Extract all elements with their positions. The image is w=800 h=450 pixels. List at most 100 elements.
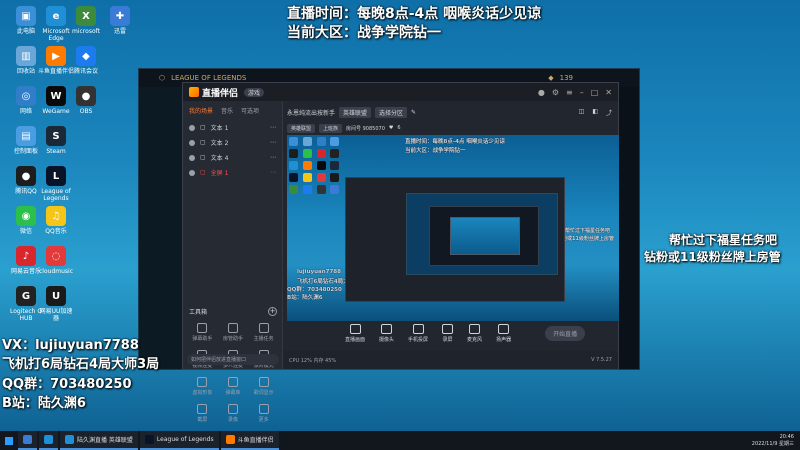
app-version: V 7.5.27	[591, 357, 612, 363]
lock-icon[interactable]: ▢	[200, 139, 206, 146]
preview-text-bili: B站：陆久渊6	[287, 295, 323, 301]
chat-icon[interactable]: ◧	[592, 108, 598, 117]
taskbar-app[interactable]	[18, 431, 37, 450]
room-title[interactable]: 永恩纯流出按新手	[287, 108, 335, 117]
app-icon: G	[16, 286, 36, 306]
desktop-icon[interactable]: ● OBS	[68, 86, 104, 115]
taskbar-app[interactable]: League of Legends	[139, 431, 219, 450]
preview-text-right1: 帮忙过下福星任务吧	[565, 228, 611, 234]
toolbox-item[interactable]: 歌词显示	[248, 377, 279, 396]
lock-icon[interactable]: ▢	[200, 124, 206, 131]
more-icon[interactable]: ⋯	[270, 124, 276, 131]
toolbox-item[interactable]: 更多	[248, 404, 279, 423]
preview-desktop-icon	[289, 173, 298, 182]
toolbox-item-label: 主播任务	[253, 336, 274, 342]
desktop-icon[interactable]: ✚ 迅雷	[102, 6, 138, 35]
gift-icon[interactable]: ◫	[579, 108, 585, 117]
visibility-eye-icon[interactable]	[189, 154, 195, 161]
source-add-button[interactable]: 扬声器	[496, 323, 512, 343]
overlay-vx: VX：lujiuyuan7788	[2, 338, 139, 353]
desktop-icon[interactable]: ◌ cloudmusic	[38, 246, 74, 275]
tab-music[interactable]: 音乐	[221, 106, 233, 115]
toolbox-item[interactable]: 截屏	[187, 404, 218, 423]
share-icon[interactable]: ⤴	[606, 108, 612, 117]
toolbox-item[interactable]: 虚拟形象	[187, 377, 218, 396]
toolbox-item[interactable]: 录像	[218, 404, 249, 423]
scene-source-item[interactable]: ▢ 文本 4 ⋯	[183, 150, 282, 165]
desktop-icon[interactable]: S Steam	[38, 126, 74, 155]
desktop-icon-label: 迅雷	[113, 28, 126, 35]
preview-desktop-icon	[330, 149, 340, 158]
menu-icon[interactable]: ≡	[566, 88, 573, 97]
source-add-button[interactable]: 麦克风	[467, 323, 482, 343]
app-icon: U	[46, 286, 66, 306]
source-add-button[interactable]: 录屏	[442, 323, 454, 343]
more-icon[interactable]: ⋯	[270, 139, 276, 146]
taskbar-app[interactable]: 陆久渊直播 英雄联盟	[60, 431, 138, 450]
more-icon[interactable]: ⋯	[270, 154, 276, 161]
scene-source-item[interactable]: ▢ 文本 1 ⋯	[183, 120, 282, 135]
settings-icon[interactable]: ⚙	[552, 88, 559, 97]
clock[interactable]: 20:46 2022/11/9 星期三	[752, 434, 800, 448]
source-add-button[interactable]: 直播画面	[345, 323, 366, 343]
source-add-label: 直播画面	[345, 336, 366, 343]
tab-scenes[interactable]: 我的场景	[189, 106, 213, 115]
lock-icon[interactable]: ▢	[200, 154, 206, 161]
source-add-button[interactable]: 摄像头	[379, 323, 395, 343]
overlay-fly: 飞机打6局钻石4局大师3局	[2, 357, 160, 372]
app-logo: 直播伴侣	[189, 86, 238, 99]
maximize-icon[interactable]: □	[591, 88, 599, 97]
source-add-label: 扬声器	[496, 336, 512, 343]
add-tool-icon[interactable]: +	[268, 307, 277, 316]
toolbox-item[interactable]: 主播任务	[248, 323, 279, 342]
desktop-icon-label: League of Legends	[41, 188, 71, 202]
preview-text-qq: QQ群：703480250	[287, 287, 342, 293]
desktop-icon[interactable]: U 网易UU加速器	[38, 286, 74, 322]
help-notice[interactable]: 如何把伴侣放进直播窗口	[187, 354, 279, 365]
preview-desktop-icon	[289, 137, 298, 146]
desktop-icon[interactable]: L League of Legends	[38, 166, 74, 202]
overlay-admin: 钻粉或11级粉丝牌上房管	[644, 250, 781, 264]
desktop-icon[interactable]: Xmicrosoft	[68, 6, 104, 35]
toolbox-item-label: 虚拟形象	[192, 390, 213, 396]
scene-source-item[interactable]: ▢ 文本 2 ⋯	[183, 135, 282, 150]
taskbar-app[interactable]: 斗鱼直播伴侣	[220, 431, 279, 450]
minimize-icon[interactable]: –	[580, 88, 584, 97]
tag-pill[interactable]: 上班族	[319, 123, 343, 133]
room-category[interactable]: 英雄联盟	[339, 106, 372, 118]
desktop-icon[interactable]: ◆ 腾讯会议	[68, 46, 104, 75]
taskbar-app-label: League of Legends	[156, 436, 214, 443]
streaming-app-window[interactable]: 直播伴侣 游戏 ● ⚙ ≡ – □ ✕ 我的场景 音乐 可选项 ▢ 文本 1 ⋯ ▢ 文…	[182, 82, 619, 423]
edit-icon[interactable]: ✎	[411, 109, 416, 116]
visibility-eye-icon[interactable]	[189, 139, 195, 146]
app-icon: ◆	[76, 46, 96, 66]
taskbar-app[interactable]	[39, 431, 58, 450]
start-button[interactable]	[0, 431, 18, 450]
preview-desktop-icon	[289, 185, 298, 194]
toolbox-item[interactable]: 弹幕库	[218, 377, 249, 396]
user-avatar-icon[interactable]: ●	[538, 88, 545, 97]
preview-desktop-icon	[302, 185, 312, 194]
visibility-eye-icon[interactable]	[189, 169, 195, 176]
scene-source-label: 文本 4	[210, 155, 229, 162]
close-icon[interactable]: ✕	[605, 88, 612, 97]
tool-icon	[197, 404, 208, 414]
stream-preview[interactable]: 直播时间：每晚8点-4点 咽喉炎话少见谅 当前大区：战争学院钻一 lujiuyu…	[287, 135, 619, 321]
visibility-eye-icon[interactable]	[189, 124, 195, 131]
desktop-icon[interactable]: ♫ QQ音乐	[38, 206, 74, 235]
scene-source-item[interactable]: ▢ 全屏 1 ⋯	[183, 165, 282, 180]
more-icon[interactable]: ⋯	[270, 169, 276, 176]
room-zone[interactable]: 选择分区	[375, 106, 408, 118]
preview-desktop-icon	[330, 185, 340, 194]
source-add-label: 摄像头	[379, 336, 395, 343]
source-add-button[interactable]: 手机投屏	[408, 323, 429, 343]
toolbox-item[interactable]: 房管助手	[218, 323, 249, 342]
toolbox-item[interactable]: 弹幕助手	[187, 323, 218, 342]
tab-options[interactable]: 可选项	[241, 106, 259, 115]
lock-icon[interactable]: ▢	[200, 169, 206, 176]
tag-pill[interactable]: 英雄联盟	[287, 123, 316, 133]
source-add-label: 手机投屏	[408, 336, 429, 343]
toolbox-item-label: 弹幕助手	[192, 336, 213, 342]
app-mode-badge[interactable]: 游戏	[244, 87, 265, 97]
start-live-button[interactable]: 开始直播	[545, 325, 586, 341]
